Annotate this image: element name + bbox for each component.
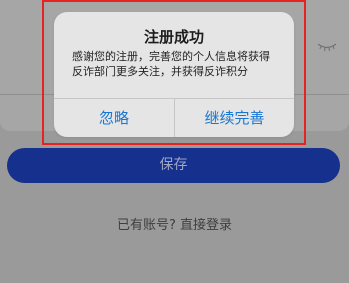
ignore-button[interactable]: 忽略 xyxy=(54,99,174,137)
dialog-title: 注册成功 xyxy=(143,28,204,46)
direct-login-link[interactable]: 直接登录 xyxy=(180,214,232,233)
eye-closed-icon[interactable] xyxy=(317,41,337,53)
login-link-row: 已有账号? 直接登录 xyxy=(0,214,349,233)
save-button[interactable]: 保存 xyxy=(7,148,340,183)
registration-success-dialog: 注册成功 感谢您的注册，完善您的个人信息将获得反诈部门更多关注，并获得反诈积分 … xyxy=(54,12,294,137)
login-prefix-text: 已有账号? xyxy=(116,218,176,233)
continue-complete-button[interactable]: 继续完善 xyxy=(175,99,294,137)
dialog-message: 感谢您的注册，完善您的个人信息将获得反诈部门更多关注，并获得反诈积分 xyxy=(72,50,270,78)
